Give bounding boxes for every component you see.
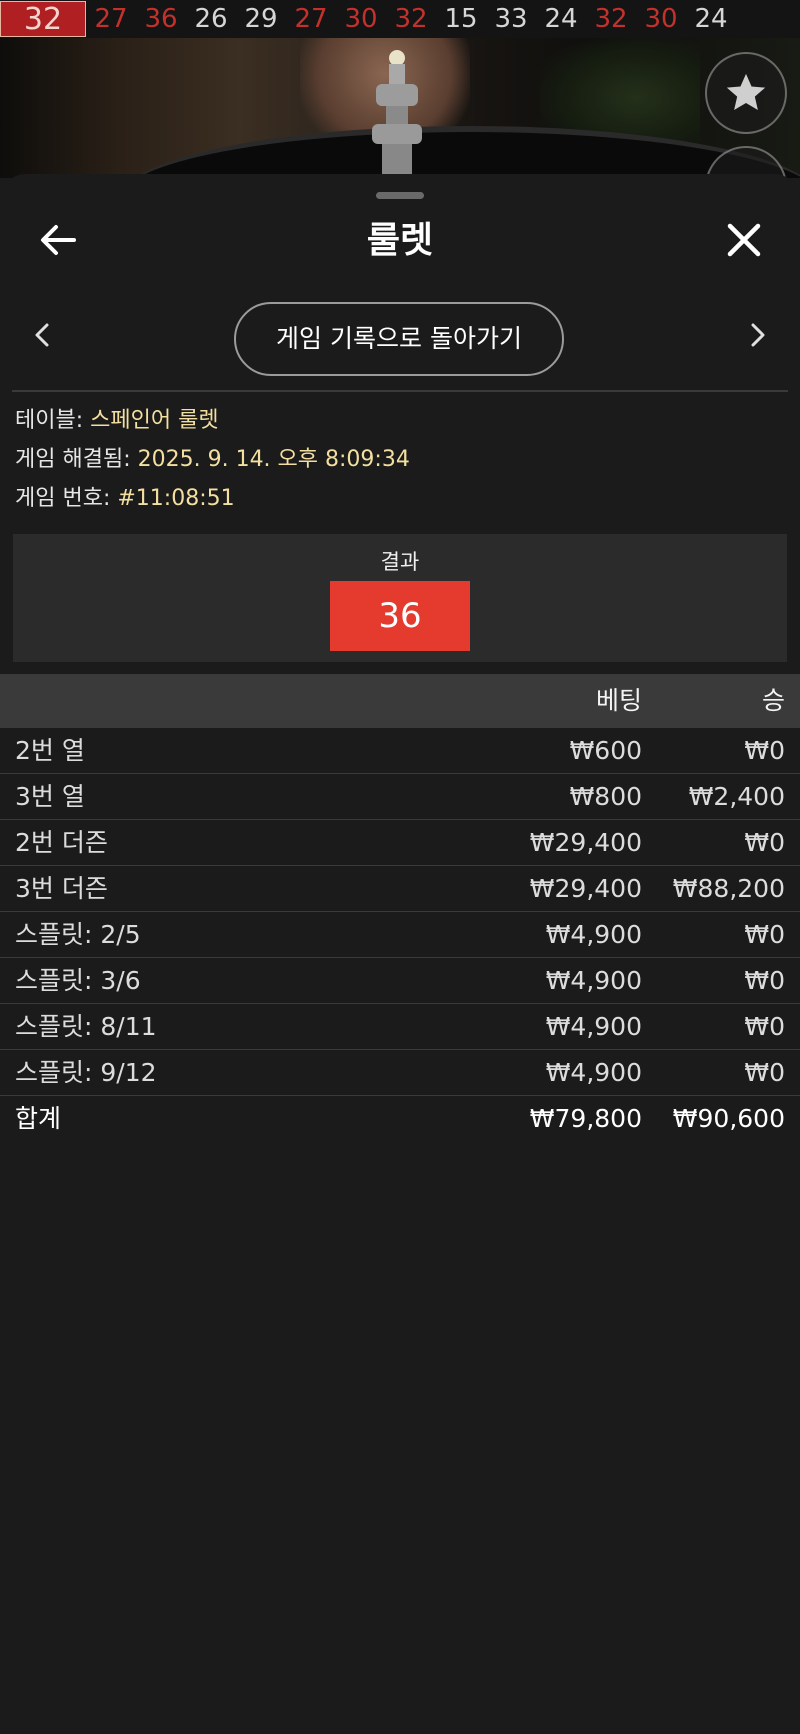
info-game-number: 게임 번호: #11:08:51 — [15, 484, 235, 514]
column-bet: 베팅 — [595, 686, 642, 715]
bet-amount: ₩4,900 — [545, 1058, 642, 1087]
bet-name: 스플릿: 9/12 — [15, 1058, 157, 1087]
chevron-right-icon[interactable] — [746, 320, 770, 350]
bet-name: 스플릿: 2/5 — [15, 920, 141, 949]
bet-amount: ₩4,900 — [545, 920, 642, 949]
win-amount: ₩0 — [744, 736, 785, 765]
recent-result: 32 — [394, 4, 428, 34]
table-row: 2번 더즌 ₩29,400 ₩0 — [0, 820, 800, 866]
result-panel: 결과 36 — [13, 534, 787, 662]
recent-result: 15 — [444, 4, 478, 34]
win-amount: ₩0 — [744, 966, 785, 995]
page-title: 룰렛 — [366, 220, 434, 261]
info-resolved: 게임 해결됨: 2025. 9. 14. 오후 8:09:34 — [15, 445, 410, 475]
recent-result: 27 — [294, 4, 328, 34]
result-number: 36 — [330, 581, 470, 651]
bet-amount: ₩4,900 — [545, 1012, 642, 1041]
bet-amount: ₩29,400 — [529, 874, 642, 903]
total-label: 합계 — [15, 1104, 62, 1133]
recent-result: 32 — [594, 4, 628, 34]
info-label: 게임 번호: — [15, 486, 118, 511]
table-row: 스플릿: 3/6 ₩4,900 ₩0 — [0, 958, 800, 1004]
recent-result: 24 — [544, 4, 578, 34]
recent-result: 26 — [194, 4, 228, 34]
star-icon — [726, 73, 766, 111]
recent-result: 27 — [94, 4, 128, 34]
bet-name: 3번 더즌 — [15, 874, 108, 903]
table-row: 3번 더즌 ₩29,400 ₩88,200 — [0, 866, 800, 912]
drag-handle[interactable] — [376, 192, 424, 199]
recent-result: 36 — [144, 4, 178, 34]
table-row: 스플릿: 9/12 ₩4,900 ₩0 — [0, 1050, 800, 1096]
table-name: 스페인어 룰렛 — [90, 408, 219, 433]
recent-result: 30 — [644, 4, 678, 34]
recent-result: 24 — [694, 4, 728, 34]
recent-result: 30 — [344, 4, 378, 34]
bet-amount: ₩600 — [569, 736, 642, 765]
wheel-turret — [372, 50, 422, 176]
live-video — [0, 38, 800, 178]
bet-amount: ₩800 — [569, 782, 642, 811]
column-win: 승 — [761, 686, 785, 715]
bet-name: 3번 열 — [15, 782, 85, 811]
win-amount: ₩0 — [744, 1012, 785, 1041]
recent-result: 32 — [0, 1, 86, 37]
bet-name: 2번 열 — [15, 736, 85, 765]
bet-name: 스플릿: 3/6 — [15, 966, 141, 995]
table-row: 3번 열 ₩800 ₩2,400 — [0, 774, 800, 820]
total-win: ₩90,600 — [672, 1104, 785, 1133]
total-bet: ₩79,800 — [529, 1104, 642, 1133]
bet-amount: ₩29,400 — [529, 828, 642, 857]
bets-table: 베팅 승 2번 열 ₩600 ₩0 3번 열 ₩800 ₩2,400 2번 더즌… — [0, 674, 800, 1142]
game-number: #11:08:51 — [117, 486, 235, 511]
info-table: 테이블: 스페인어 룰렛 — [15, 406, 219, 436]
table-header: 베팅 승 — [0, 674, 800, 728]
close-icon[interactable] — [722, 218, 766, 262]
table-row: 2번 열 ₩600 ₩0 — [0, 728, 800, 774]
back-to-history-button[interactable]: 게임 기록으로 돌아가기 — [234, 302, 564, 376]
resolved-time: 2025. 9. 14. 오후 8:09:34 — [137, 447, 410, 472]
recent-results-strip: 32 27 36 26 29 27 30 32 15 33 24 32 30 2… — [0, 0, 800, 38]
table-row: 스플릿: 2/5 ₩4,900 ₩0 — [0, 912, 800, 958]
game-detail-sheet: 룰렛 게임 기록으로 돌아가기 테이블: 스페인어 룰렛 게임 해결됨: 202… — [0, 174, 800, 1734]
win-amount: ₩88,200 — [672, 874, 785, 903]
win-amount: ₩0 — [744, 920, 785, 949]
table-total-row: 합계 ₩79,800 ₩90,600 — [0, 1096, 800, 1142]
bet-amount: ₩4,900 — [545, 966, 642, 995]
info-label: 게임 해결됨: — [15, 447, 138, 472]
table-row: 스플릿: 8/11 ₩4,900 ₩0 — [0, 1004, 800, 1050]
win-amount: ₩0 — [744, 1058, 785, 1087]
chevron-left-icon[interactable] — [30, 320, 54, 350]
win-amount: ₩0 — [744, 828, 785, 857]
recent-result: 29 — [244, 4, 278, 34]
result-label: 결과 — [380, 550, 420, 574]
favorite-button[interactable] — [705, 52, 787, 134]
bet-name: 2번 더즌 — [15, 828, 108, 857]
recent-result: 33 — [494, 4, 528, 34]
bet-name: 스플릿: 8/11 — [15, 1012, 157, 1041]
info-label: 테이블: — [15, 408, 91, 433]
win-amount: ₩2,400 — [688, 782, 785, 811]
divider — [12, 390, 788, 392]
